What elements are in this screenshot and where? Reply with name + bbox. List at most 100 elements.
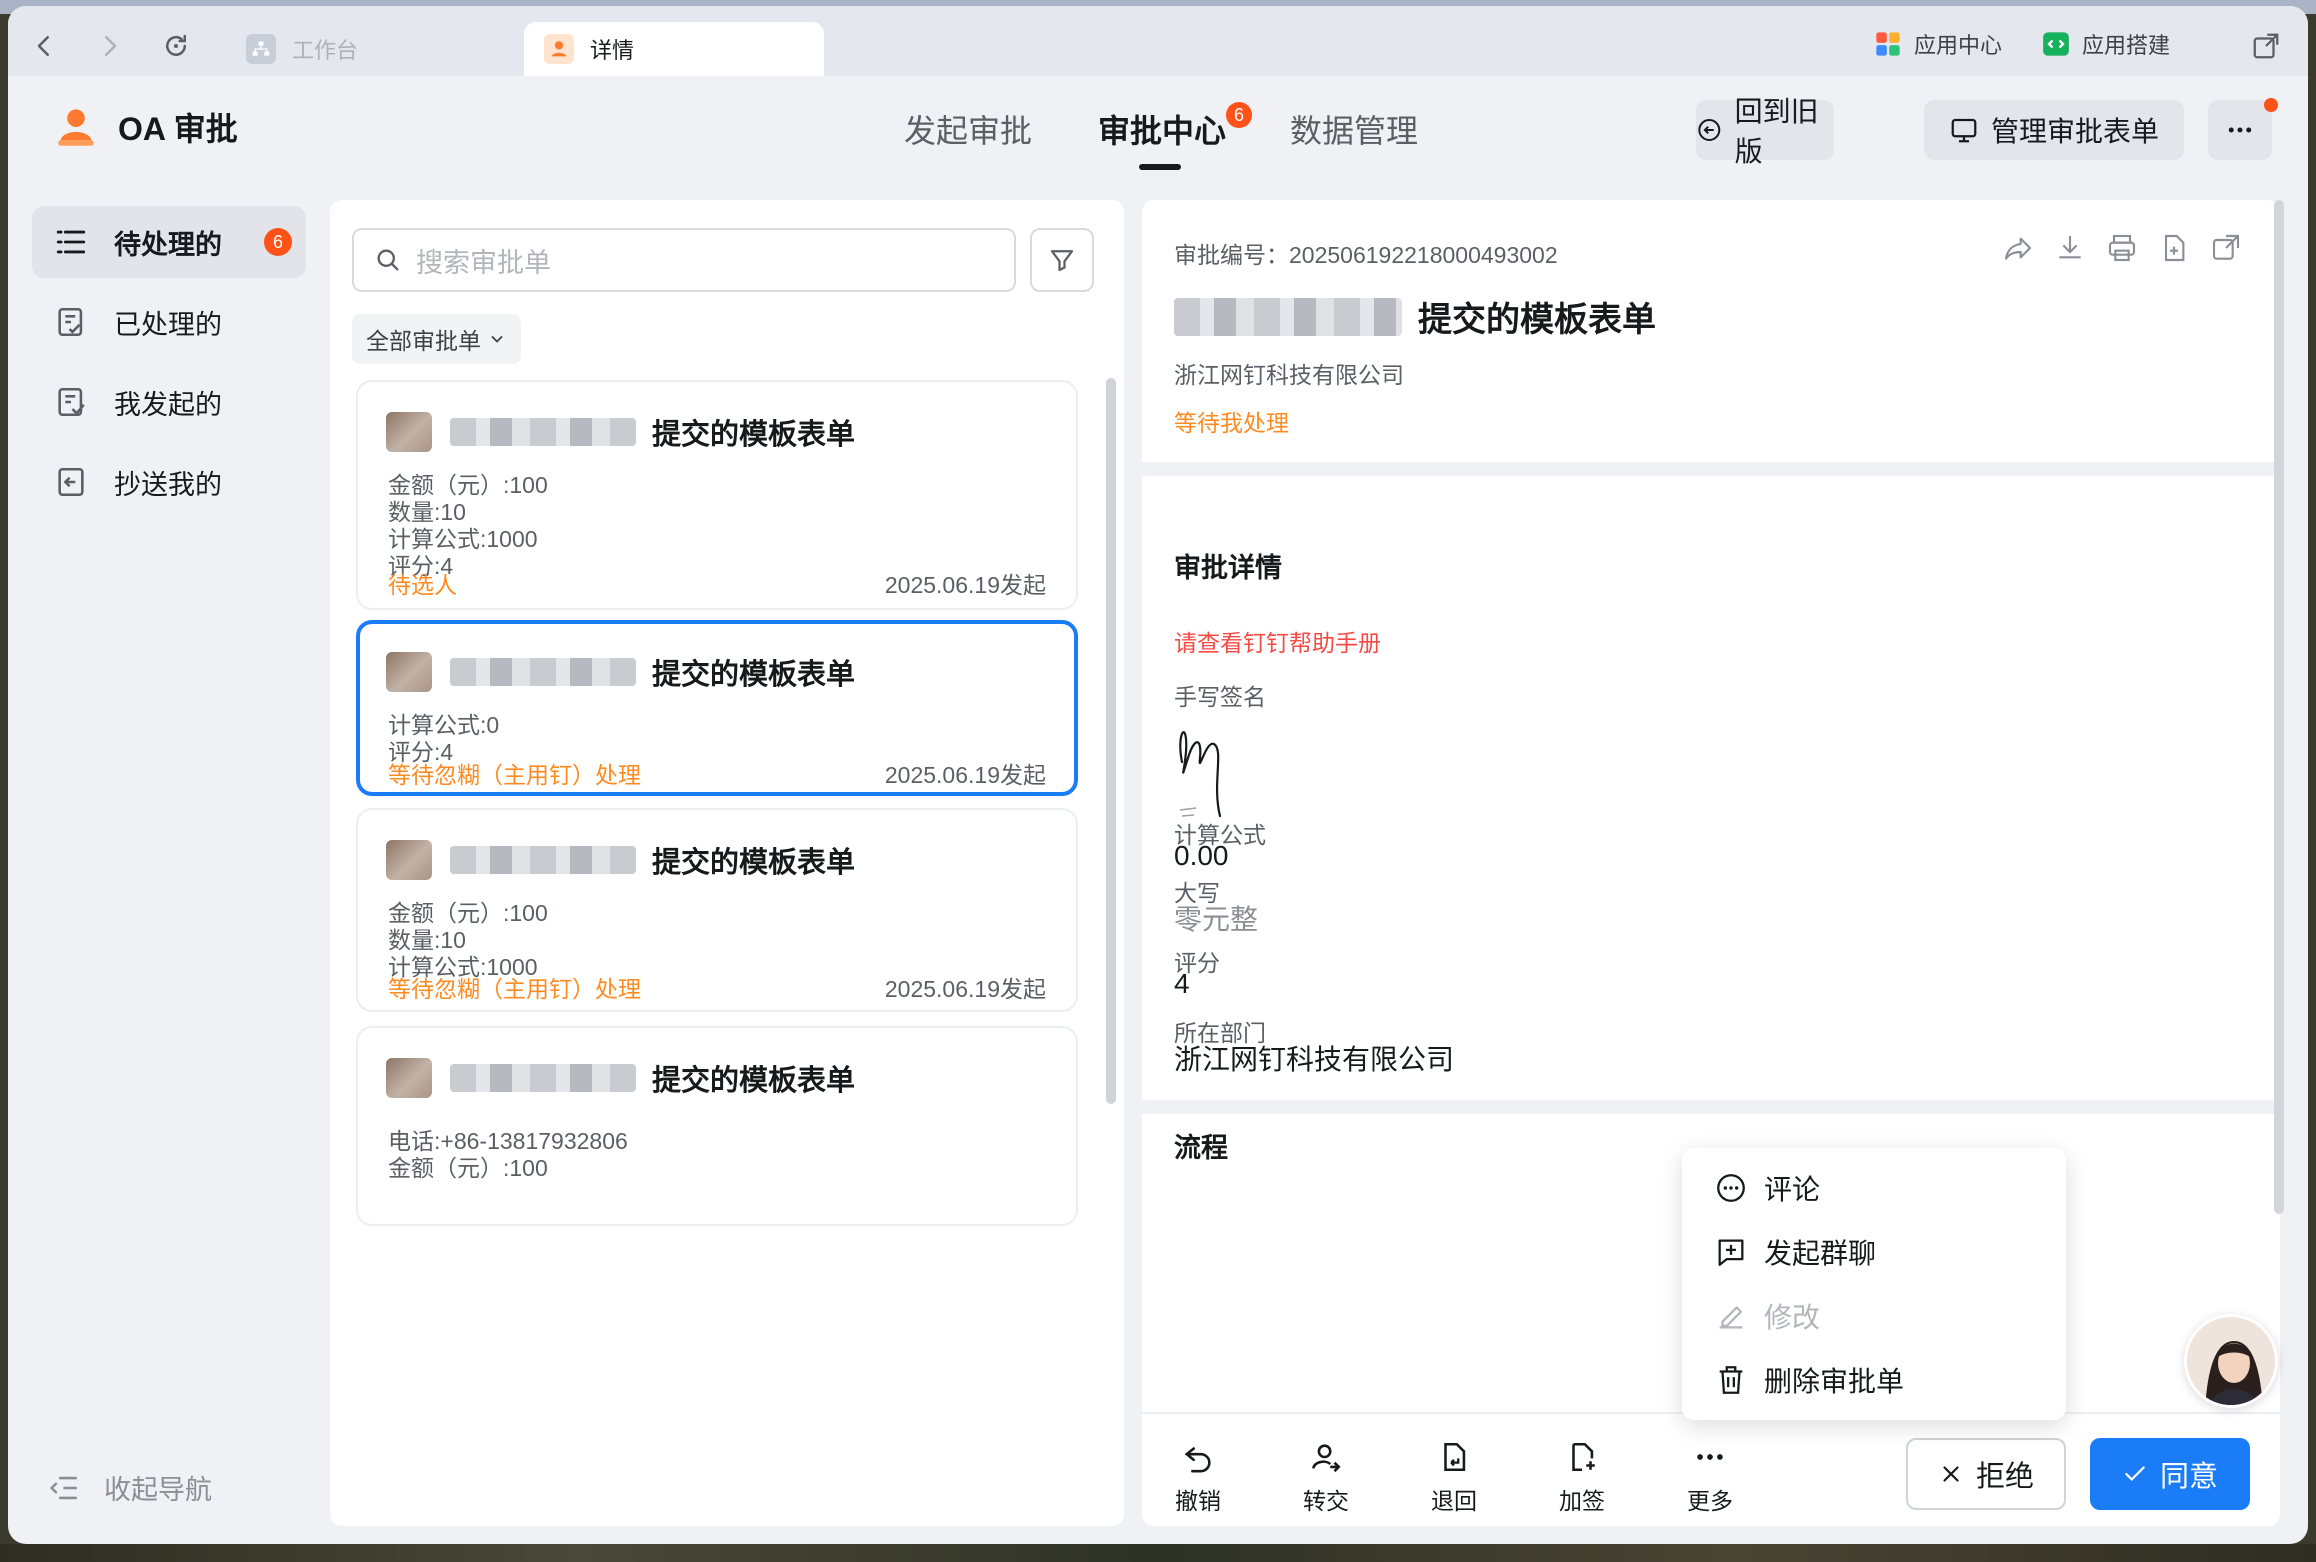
help-link[interactable]: 请查看钉钉帮助手册 [1174,624,1381,658]
app-build-icon [2043,32,2069,56]
brand[interactable]: OA 审批 [54,104,238,150]
task-list-icon [56,230,86,254]
department-value: 浙江网钉科技有限公司 [1174,1044,1455,1075]
forward-button[interactable] [88,24,132,68]
doc-check-icon [58,307,83,337]
card-title: 提交的模板表单 [652,419,856,451]
more-options-button[interactable] [2208,100,2272,160]
section-divider [1142,1100,2280,1114]
signature-label: 手写签名 [1174,684,1266,710]
assistant-avatar[interactable] [2184,1314,2278,1408]
refresh-button[interactable] [154,24,198,68]
sidebar-item-label: 待处理的 [114,229,222,260]
back-to-old-button[interactable]: 回到旧版 [1696,96,1834,167]
card-date: 2025.06.19发起 [884,976,1046,1002]
tab-workbench[interactable]: 工作台 [232,22,522,76]
collapse-nav-button[interactable]: 收起导航 [46,1468,212,1507]
add-sign-button[interactable]: 加签 [1542,1440,1622,1516]
card-header: 提交的模板表单 [386,838,855,882]
tab-label: 详情 [590,38,635,63]
avatar [386,840,432,880]
sidebar-item-cc[interactable]: 抄送我的 [32,446,306,518]
search-input[interactable]: 搜索审批单 [352,228,1016,292]
chevron-down-icon [491,335,503,343]
notification-dot [2264,98,2278,112]
list-scrollbar[interactable] [1106,378,1116,1104]
approval-card[interactable]: 提交的模板表单 金额（元）:100 数量:10 计算公式:1000 等待忽糊（主… [356,808,1078,1012]
more-dots-icon [1697,1454,1723,1460]
sidebar-item-processed[interactable]: 已处理的 [32,286,306,358]
blurred-name [1174,297,1402,336]
company-name: 浙江网钉科技有限公司 [1174,362,1404,388]
revoke-button[interactable]: 撤销 [1158,1440,1238,1516]
nav-badge: 6 [1226,102,1252,128]
back-button[interactable] [22,24,66,68]
app-build-link[interactable]: 应用搭建 [2042,28,2170,60]
blurred-name [450,418,636,446]
sidebar-item-pending[interactable]: 待处理的 6 [32,206,306,278]
menu-item-label: 删除审批单 [1764,1366,1905,1397]
monitor-icon [1951,118,1977,143]
card-status: 待选人 [388,572,457,598]
menu-item-comment[interactable]: 评论 [1714,1168,1820,1208]
detail-scrollbar[interactable] [2274,200,2284,1214]
more-actions-menu: 评论 发起群聊 修改 删除审批单 [1682,1148,2066,1420]
more-actions-button[interactable]: 更多 [1670,1440,1750,1516]
card-field: 金额（元）:100 [388,1155,548,1181]
approval-card[interactable]: 提交的模板表单 电话:+86-13817932806 金额（元）:100 [356,1026,1078,1226]
transfer-button[interactable]: 转交 [1286,1440,1366,1516]
add-document-icon[interactable] [2158,232,2190,264]
menu-item-edit: 修改 [1714,1296,1820,1336]
open-new-window-icon[interactable] [2210,232,2242,264]
card-status: 等待忽糊（主用钉）处理 [388,976,641,1002]
close-icon [1943,1466,1959,1482]
share-icon[interactable] [2002,232,2034,264]
doc-send-icon [58,387,85,417]
filter-button[interactable] [1030,228,1094,292]
external-window-icon [2253,33,2279,59]
avatar [386,1058,432,1098]
title-bar: 工作台 详情 应用中心 应用搭建 [8,6,2308,76]
menu-item-label: 发起群聊 [1764,1238,1877,1269]
approval-card[interactable]: 提交的模板表单 金额（元）:100 数量:10 计算公式:1000 评分:4 待… [356,380,1078,610]
more-actions-label: 更多 [1687,1488,1733,1514]
menu-item-label: 评论 [1764,1174,1821,1205]
return-button[interactable]: 退回 [1414,1440,1494,1516]
tab-detail[interactable]: 详情 [524,22,824,76]
sidebar-item-initiated[interactable]: 我发起的 [32,366,306,438]
section-title-flow: 流程 [1174,1133,1228,1163]
nav-data-management[interactable]: 数据管理 [1290,106,1418,152]
reject-button[interactable]: 拒绝 [1906,1438,2066,1510]
menu-item-delete[interactable]: 删除审批单 [1714,1360,1904,1400]
more-dots-icon [2228,127,2252,133]
action-bar: 撤销 转交 退回 加签 更多 拒绝 同意 [1142,1412,2280,1526]
manage-forms-button[interactable]: 管理审批表单 [1924,100,2184,160]
app-window: 工作台 详情 应用中心 应用搭建 OA 审批 发起审批 审批中心 6 数据管理 … [8,6,2308,1544]
nav-approval-center[interactable]: 审批中心 [1098,106,1226,152]
doc-return-icon [1444,1442,1466,1472]
oa-logo-icon [58,109,94,146]
back-to-old-label: 回到旧版 [1734,96,1819,167]
print-icon[interactable] [2106,232,2138,264]
nav-start-approval[interactable]: 发起审批 [904,106,1032,152]
agree-button[interactable]: 同意 [2090,1438,2250,1510]
avatar [386,652,432,692]
card-header: 提交的模板表单 [386,1056,855,1100]
detail-status: 等待我处理 [1174,410,1289,436]
chevron-right-icon [105,36,117,56]
app-center-link[interactable]: 应用中心 [1874,28,2002,60]
formula-value: 0.00 [1174,840,1229,871]
form-filter-dropdown[interactable]: 全部审批单 [352,314,521,364]
approval-card-selected[interactable]: 提交的模板表单 计算公式:0 评分:4 等待忽糊（主用钉）处理 2025.06.… [356,620,1078,796]
manage-forms-label: 管理审批表单 [1990,116,2159,147]
approval-list-panel: 搜索审批单 全部审批单 提交的模板表单 金额（元）:100 数量:10 计算公式… [330,200,1124,1526]
capital-value: 零元整 [1174,904,1259,935]
active-nav-indicator [1139,164,1181,170]
blurred-name [450,846,636,874]
menu-item-group-chat[interactable]: 发起群聊 [1714,1232,1876,1272]
inbox-cc-icon [58,467,84,497]
desktop-background-bottom [0,1544,2316,1562]
sidebar-item-label: 已处理的 [114,309,222,340]
open-external-button[interactable] [2244,24,2288,68]
download-icon[interactable] [2054,232,2086,264]
